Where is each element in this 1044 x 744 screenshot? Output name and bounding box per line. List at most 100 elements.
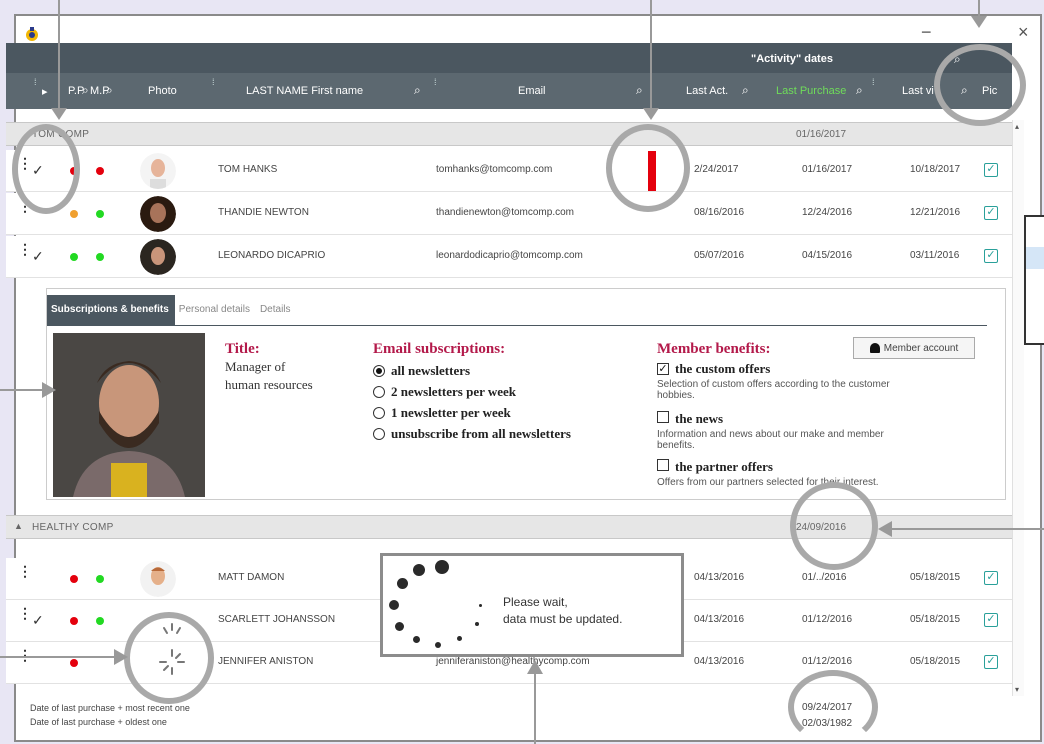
- option-label[interactable]: 1 newsletter per week: [391, 405, 511, 421]
- group-name: HEALTHY COMP: [32, 522, 114, 533]
- pick-checkbox[interactable]: ✓: [984, 163, 998, 177]
- tab-details[interactable]: Details: [256, 295, 297, 325]
- loading-dialog: Please wait, data must be updated.: [380, 553, 684, 657]
- option-label[interactable]: 2 newsletters per week: [391, 384, 516, 400]
- tab-personal-details[interactable]: Personal details: [175, 295, 256, 325]
- radio-2-newsletters[interactable]: [373, 386, 385, 398]
- radio-1-newsletter[interactable]: [373, 407, 385, 419]
- avatar: [140, 153, 176, 189]
- vertical-scrollbar[interactable]: ▴ ▾: [1012, 120, 1024, 696]
- status-dot-red: [96, 167, 104, 175]
- avatar: [140, 239, 176, 275]
- checkbox-custom-offers[interactable]: ✓: [657, 363, 669, 375]
- last-act: 05/07/2016: [694, 250, 745, 261]
- table-row[interactable]: ⋮ ✓ LEONARDO DICAPRIO leonardodicaprio@t…: [6, 236, 1012, 278]
- spinner-dot: [413, 564, 425, 576]
- callout-arrow: [0, 656, 116, 658]
- pick-checkbox[interactable]: ✓: [984, 206, 998, 220]
- scroll-down-icon[interactable]: ▾: [1015, 685, 1019, 694]
- contact-name: TOM HANKS: [218, 164, 278, 175]
- row-menu-icon[interactable]: ⋮: [18, 606, 32, 620]
- footer-recent-label: Date of last purchase + most recent one: [30, 703, 190, 713]
- checkbox-partner-offers[interactable]: [657, 459, 669, 471]
- row-menu-icon[interactable]: ⋮: [18, 242, 32, 256]
- search-icon[interactable]: ⌕: [82, 83, 89, 98]
- status-dot-green: [70, 253, 78, 261]
- search-icon[interactable]: ⌕: [856, 83, 863, 98]
- last-purchase: 12/24/2016: [802, 207, 853, 218]
- col-last-visit[interactable]: Last vi: [902, 85, 934, 97]
- benefit-title[interactable]: the custom offers: [675, 361, 770, 377]
- activity-dates-title: "Activity" dates: [751, 53, 833, 65]
- option-label[interactable]: unsubscribe from all newsletters: [391, 426, 571, 442]
- benefit-title[interactable]: the news: [675, 411, 723, 427]
- table-row[interactable]: ⋮ THANDIE NEWTON thandienewton@tomcomp.c…: [6, 193, 1012, 235]
- last-visit: 05/18/2015: [910, 614, 961, 625]
- user-icon: [869, 342, 880, 353]
- radio-unsubscribe[interactable]: [373, 428, 385, 440]
- tab-subscriptions[interactable]: Subscriptions & benefits: [47, 295, 175, 325]
- spinner-dot: [397, 578, 408, 589]
- member-account-button[interactable]: Member account: [853, 337, 975, 359]
- benefit-title[interactable]: the partner offers: [675, 459, 773, 475]
- last-act: 04/13/2016: [694, 614, 745, 625]
- benefit-desc: Information and news about our make and …: [657, 429, 884, 440]
- scroll-up-icon[interactable]: ▴: [1015, 122, 1019, 131]
- callout-circle: [934, 44, 1026, 126]
- member-account-label: Member account: [883, 342, 959, 354]
- drag-handle-icon[interactable]: ⁞: [212, 77, 214, 87]
- side-panel-fragment: [1024, 215, 1044, 345]
- callout-arrow: [890, 528, 1044, 530]
- title-value-line1: Manager of: [225, 359, 286, 374]
- drag-handle-icon[interactable]: ⁞: [434, 77, 436, 87]
- search-icon[interactable]: ⌕: [742, 83, 749, 98]
- email-subscriptions-label: Email subscriptions:: [373, 341, 506, 357]
- status-dot-green: [96, 253, 104, 261]
- last-visit: 03/11/2016: [910, 250, 960, 261]
- radio-all-newsletters[interactable]: [373, 365, 385, 377]
- col-name[interactable]: LAST NAME First name: [246, 85, 363, 97]
- pick-checkbox[interactable]: ✓: [984, 249, 998, 263]
- row-menu-icon[interactable]: ⋮: [18, 564, 32, 578]
- benefit-desc: hobbies.: [657, 390, 695, 401]
- checkmark-icon: ✓: [32, 248, 44, 264]
- search-icon[interactable]: ⌕: [106, 83, 113, 98]
- contact-email[interactable]: tomhanks@tomcomp.com: [436, 164, 552, 175]
- sort-arrow-icon[interactable]: ▸: [42, 85, 48, 98]
- group-header-tom-comp[interactable]: TOM COMP 01/16/2017: [6, 122, 1012, 146]
- loading-message: Please wait, data must be updated.: [503, 594, 622, 628]
- avatar: [140, 561, 176, 597]
- col-last-purchase[interactable]: Last Purchase: [776, 85, 846, 97]
- contact-email[interactable]: thandienewton@tomcomp.com: [436, 207, 574, 218]
- checkmark-icon: ✓: [32, 612, 44, 628]
- pick-checkbox[interactable]: ✓: [984, 613, 998, 627]
- callout-circle: [790, 482, 878, 570]
- status-dot-red: [70, 575, 78, 583]
- checkbox-news[interactable]: [657, 411, 669, 423]
- minimize-button[interactable]: −: [921, 22, 932, 43]
- contact-name: JENNIFER ANISTON: [218, 656, 314, 667]
- col-last-act[interactable]: Last Act.: [686, 85, 728, 97]
- search-icon[interactable]: ⌕: [414, 83, 421, 98]
- footer-oldest-label: Date of last purchase + oldest one: [30, 717, 167, 727]
- side-panel-selected-row: [1026, 247, 1044, 269]
- callout-circle: [788, 670, 878, 744]
- drag-handle-icon[interactable]: ⁞: [872, 77, 874, 87]
- collapse-arrow-icon[interactable]: ▲: [14, 521, 23, 531]
- drag-handle-icon[interactable]: ⁞: [34, 77, 36, 87]
- table-row[interactable]: ⋮ ✓ TOM HANKS tomhanks@tomcomp.com 2/24/…: [6, 150, 1012, 192]
- last-act: 08/16/2016: [694, 207, 745, 218]
- close-button[interactable]: ×: [1018, 22, 1029, 43]
- search-icon[interactable]: ⌕: [636, 83, 643, 98]
- option-label[interactable]: all newsletters: [391, 363, 470, 379]
- contact-photo: [53, 333, 205, 497]
- grid-header-top: "Activity" dates ⌕: [6, 43, 1012, 73]
- pick-checkbox[interactable]: ✓: [984, 571, 998, 585]
- callout-circle: [124, 612, 214, 704]
- contact-email[interactable]: leonardodicaprio@tomcomp.com: [436, 250, 583, 261]
- col-email[interactable]: Email: [518, 85, 546, 97]
- contact-email[interactable]: jenniferaniston@healthycomp.com: [436, 656, 590, 667]
- loading-line1: Please wait,: [503, 595, 568, 609]
- col-photo[interactable]: Photo: [148, 85, 177, 97]
- pick-checkbox[interactable]: ✓: [984, 655, 998, 669]
